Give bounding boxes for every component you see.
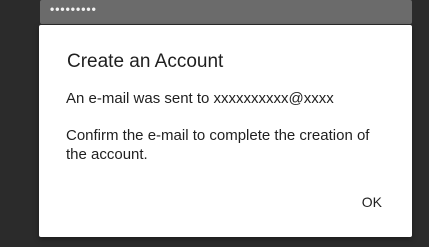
password-field: ••••••••• <box>40 0 412 24</box>
password-mask: ••••••••• <box>50 2 97 16</box>
confirm-email-message: Confirm the e-mail to complete the creat… <box>66 127 370 163</box>
email-sent-message: An e-mail was sent to xxxxxxxxxx@xxxx <box>66 90 334 107</box>
create-account-dialog: Create an Account An e-mail was sent to … <box>39 25 412 237</box>
ok-button[interactable]: OK <box>362 191 382 213</box>
dialog-title: Create an Account <box>67 51 224 72</box>
